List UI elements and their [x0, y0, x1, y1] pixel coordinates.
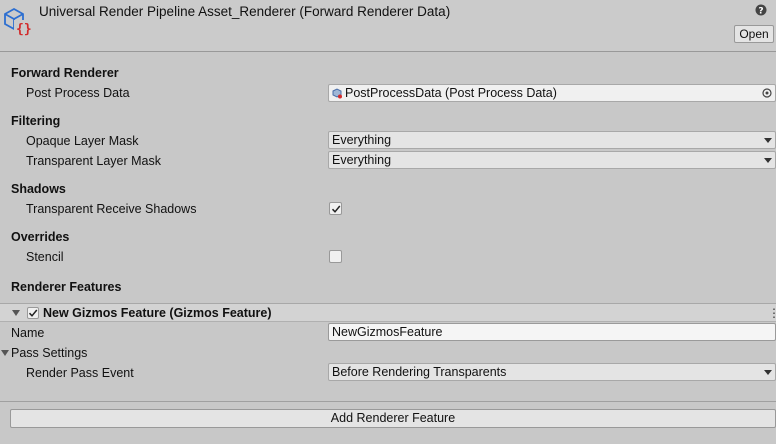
post-process-data-field[interactable]: PostProcessData (Post Process Data)	[328, 84, 776, 102]
pass-settings-foldout-icon[interactable]	[1, 350, 9, 356]
transparent-layer-mask-value: Everything	[332, 153, 392, 167]
opaque-layer-mask-value: Everything	[332, 133, 392, 147]
foldout-expanded-icon[interactable]	[12, 310, 20, 316]
dropdown-arrow-icon	[764, 138, 772, 143]
renderer-features-heading: Renderer Features	[11, 280, 122, 294]
checkmark-icon	[28, 309, 38, 317]
stencil-checkbox[interactable]	[329, 250, 342, 263]
dropdown-arrow-icon	[764, 370, 772, 375]
svg-text:{}: {}	[16, 22, 32, 36]
help-icon[interactable]: ?	[755, 4, 767, 16]
dropdown-arrow-icon	[764, 158, 772, 163]
feature-title: New Gizmos Feature (Gizmos Feature)	[43, 306, 272, 320]
forward-renderer-heading: Forward Renderer	[11, 66, 119, 80]
scriptable-object-small-icon	[332, 88, 342, 99]
transparent-layer-mask-dropdown[interactable]: Everything	[328, 151, 776, 169]
svg-text:?: ?	[758, 7, 763, 17]
overrides-heading: Overrides	[11, 230, 70, 244]
pass-settings-label[interactable]: Pass Settings	[11, 346, 87, 360]
post-process-data-label: Post Process Data	[26, 86, 130, 100]
render-pass-event-value: Before Rendering Transparents	[332, 365, 507, 379]
feature-menu-icon[interactable]: ⋮	[768, 307, 776, 319]
feature-enabled-checkbox[interactable]	[27, 307, 39, 319]
open-button[interactable]: Open	[734, 25, 774, 43]
render-pass-event-label: Render Pass Event	[26, 366, 134, 380]
stencil-label: Stencil	[26, 250, 64, 264]
opaque-layer-mask-dropdown[interactable]: Everything	[328, 131, 776, 149]
inspector-title: Universal Render Pipeline Asset_Renderer…	[39, 4, 451, 19]
post-process-data-value: PostProcessData (Post Process Data)	[345, 86, 557, 100]
feature-name-label: Name	[11, 326, 45, 340]
checkmark-icon	[331, 205, 341, 213]
transparent-receive-shadows-checkbox[interactable]	[329, 202, 342, 215]
render-pass-event-dropdown[interactable]: Before Rendering Transparents	[328, 363, 776, 381]
inspector-header: {} Universal Render Pipeline Asset_Rende…	[0, 0, 776, 52]
scriptable-object-icon: {}	[4, 7, 32, 36]
object-picker-icon[interactable]	[762, 88, 772, 98]
renderer-feature-header[interactable]: New Gizmos Feature (Gizmos Feature) ⋮	[0, 303, 776, 322]
filtering-heading: Filtering	[11, 114, 61, 128]
transparent-layer-mask-label: Transparent Layer Mask	[26, 154, 162, 168]
add-renderer-feature-button[interactable]: Add Renderer Feature	[10, 409, 776, 428]
kebab-menu-icon[interactable]: ⋮	[771, 4, 776, 16]
feature-name-value: NewGizmosFeature	[332, 325, 443, 339]
shadows-heading: Shadows	[11, 182, 66, 196]
feature-name-input[interactable]: NewGizmosFeature	[328, 323, 776, 341]
divider	[0, 401, 776, 402]
transparent-receive-shadows-label: Transparent Receive Shadows	[26, 202, 197, 216]
opaque-layer-mask-label: Opaque Layer Mask	[26, 134, 139, 148]
